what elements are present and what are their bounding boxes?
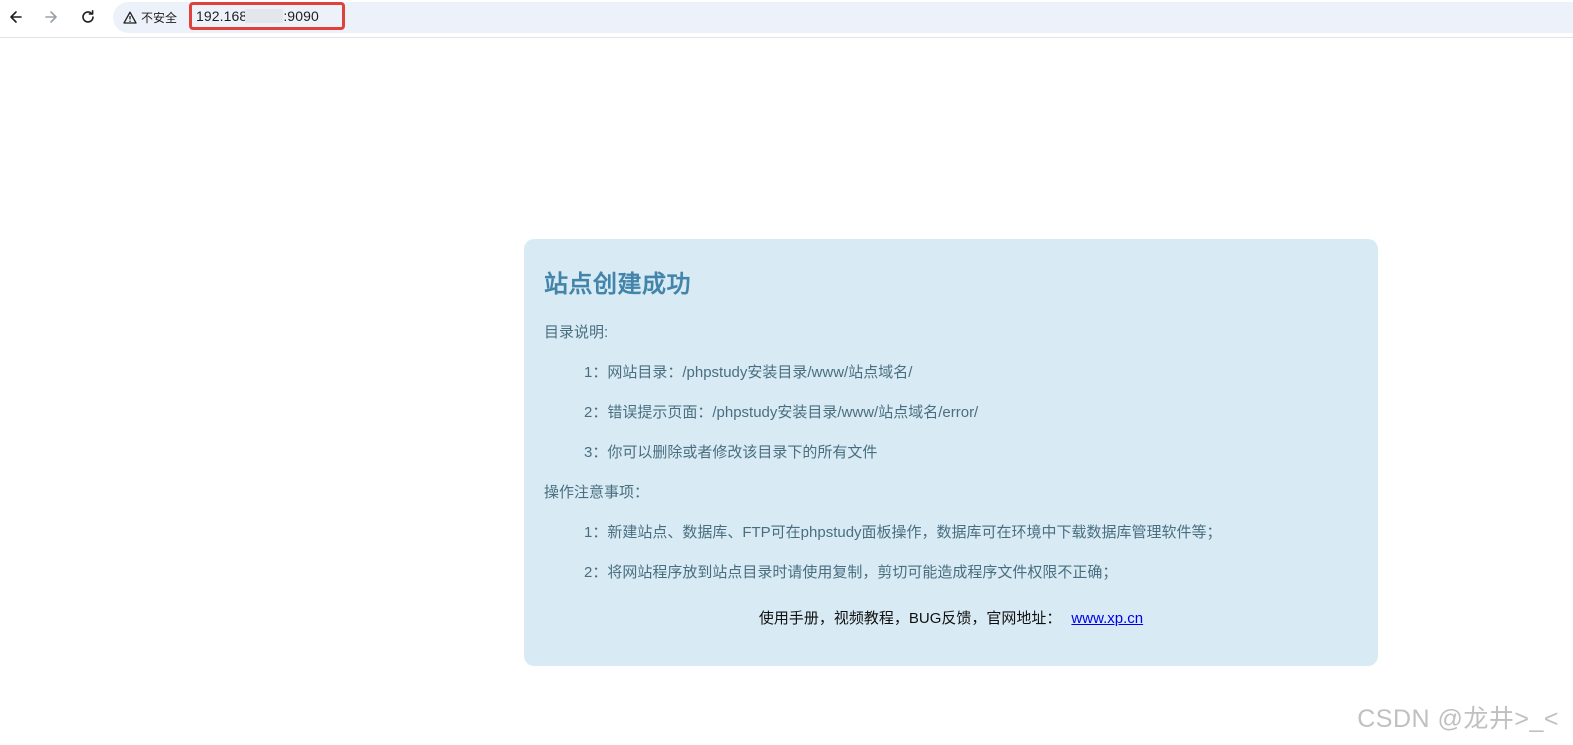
footer-text: 使用手册，视频教程，BUG反馈，官网地址：: [758, 610, 1062, 627]
reload-button[interactable]: [76, 5, 100, 29]
directory-item: 3：你可以删除或者修改该目录下的所有文件: [584, 444, 878, 461]
browser-toolbar: 不安全 192.168 :9090: [0, 0, 1573, 38]
warning-icon: [123, 11, 137, 24]
notes-heading: 操作注意事项：: [544, 484, 650, 501]
directory-item: 2：错误提示页面：/phpstudy安装目录/www/站点域名/error/: [584, 404, 979, 421]
arrow-right-icon: [45, 11, 57, 23]
reload-icon: [82, 10, 94, 23]
url-text-prefix: 192.168: [196, 8, 248, 24]
directory-item: 1：网站目录：/phpstudy安装目录/www/站点域名/: [584, 364, 913, 381]
notes-item: 2：将网站程序放到站点目录时请使用复制，剪切可能造成程序文件权限不正确；: [584, 564, 1118, 581]
page-title: 站点创建成功: [544, 271, 691, 298]
forward-button[interactable]: [39, 5, 63, 29]
security-label: 不安全: [141, 10, 178, 25]
success-card: 站点创建成功 目录说明: 1：网站目录：/phpstudy安装目录/www/站点…: [524, 239, 1378, 666]
url-text-suffix: :9090: [283, 8, 319, 24]
url-field[interactable]: 192.168 :9090: [189, 2, 345, 30]
directory-heading: 目录说明:: [544, 324, 609, 341]
footer-links: 使用手册，视频教程，BUG反馈，官网地址： www.xp.cn: [524, 607, 1378, 628]
notes-item: 1：新建站点、数据库、FTP可在phpstudy面板操作，数据库可在环境中下载数…: [584, 524, 1222, 541]
url-redaction: [245, 9, 284, 23]
arrow-left-icon: [10, 11, 22, 23]
csdn-watermark: CSDN @龙井>_<: [1357, 705, 1559, 733]
official-site-link[interactable]: www.xp.cn: [1071, 610, 1143, 627]
security-indicator[interactable]: 不安全: [123, 7, 177, 27]
back-button[interactable]: [4, 5, 28, 29]
